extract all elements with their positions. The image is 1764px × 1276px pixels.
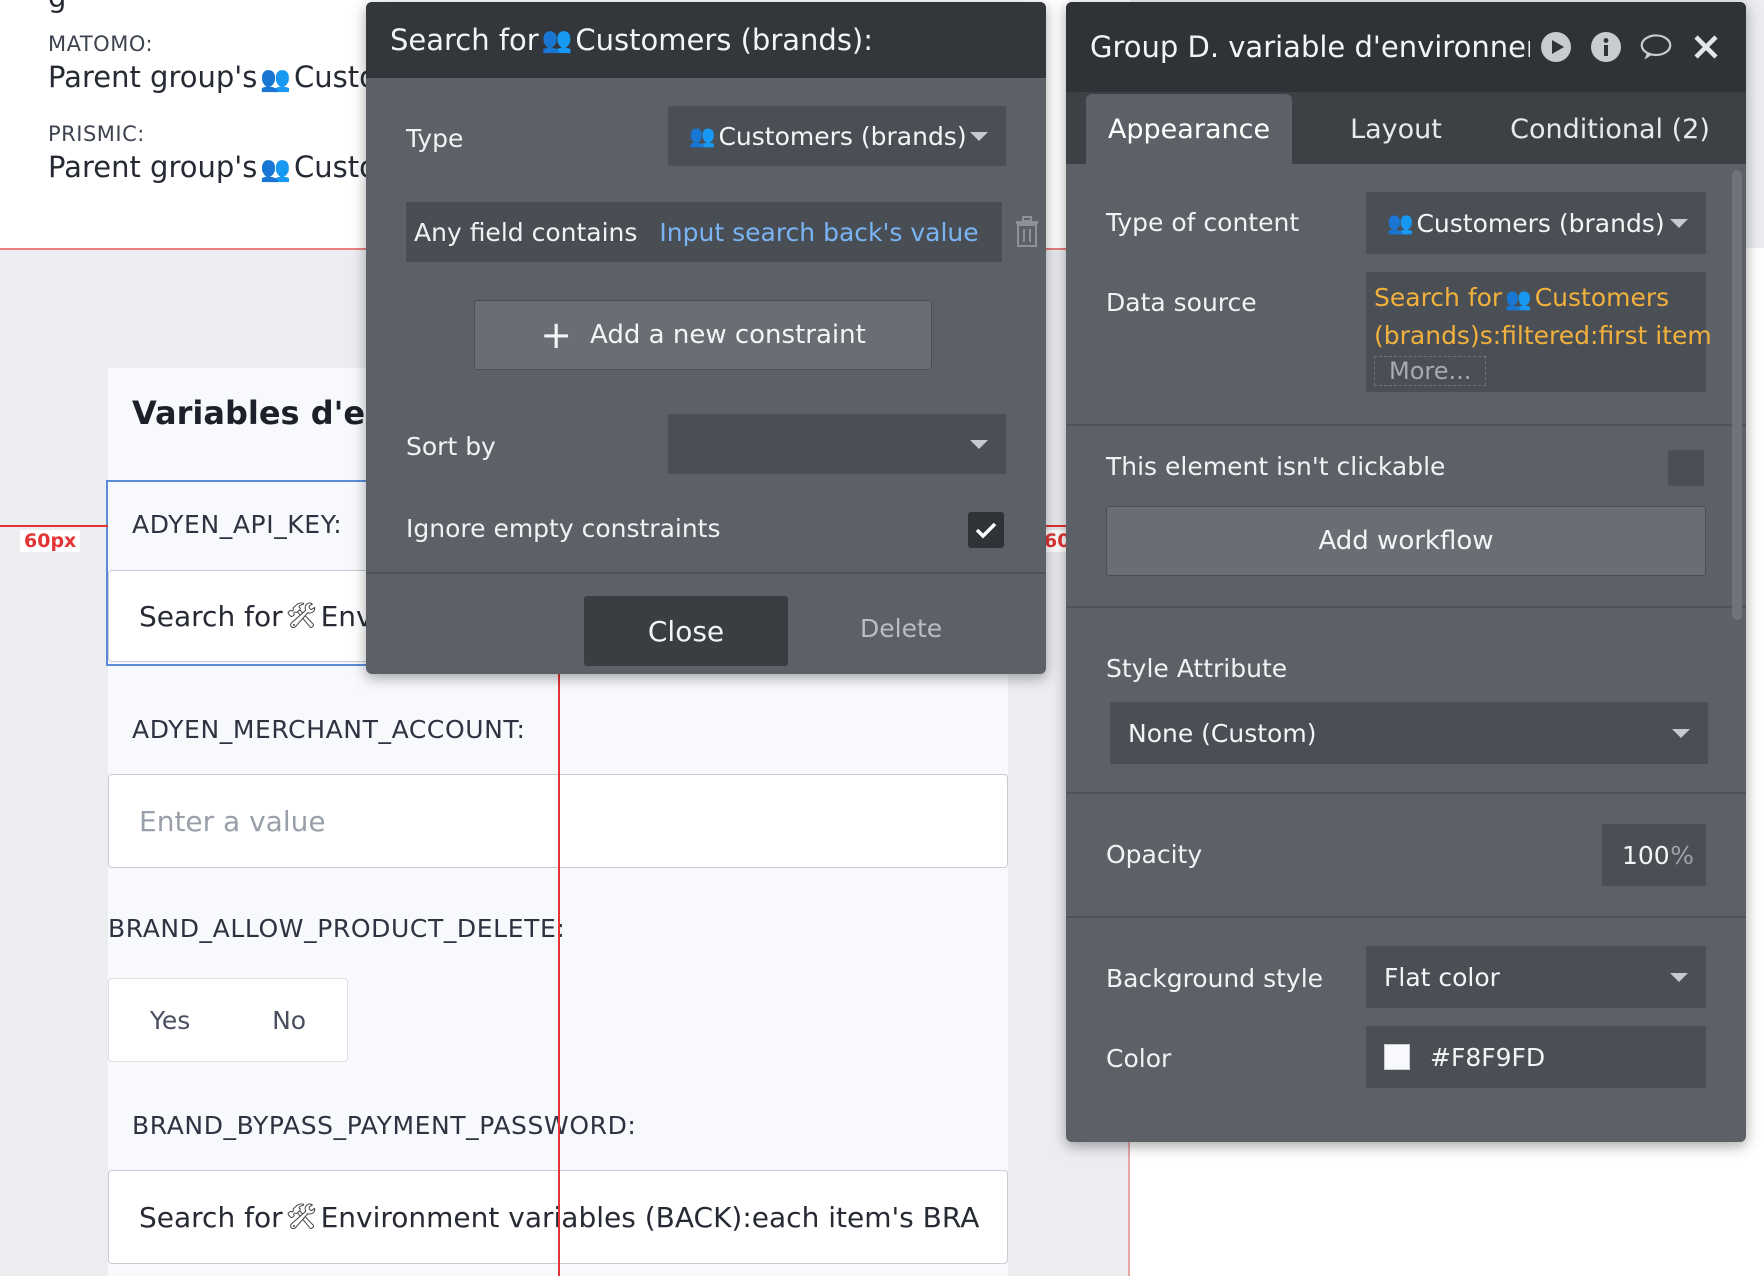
style-attribute-label: Style Attribute [1106,654,1288,683]
type-of-content-label: Type of content [1106,208,1300,237]
info-icon[interactable] [1590,31,1622,63]
divider [1066,792,1746,794]
close-button[interactable]: Close [584,596,788,666]
constraint-value[interactable]: Input search back's value [659,218,978,247]
property-editor-header: Group D. variable d'environneme [1066,2,1746,92]
constraint-row[interactable]: Any field contains Input search back's v… [406,202,1002,262]
matomo-label: MATOMO: [48,32,154,56]
style-attribute-dropdown[interactable]: None (Custom) [1110,702,1708,764]
data-source-field[interactable]: Search for 👥 Customers (brands)s:filtered:… [1366,272,1712,392]
not-clickable-checkbox[interactable] [1668,450,1704,486]
add-workflow-button[interactable]: Add workflow [1106,506,1706,576]
ignore-empty-checkbox[interactable] [968,512,1004,548]
opacity-label: Opacity [1106,840,1203,869]
scrollbar[interactable] [1732,170,1742,620]
search-popup[interactable]: Search for 👥 Customers (brands): Type 👥 Cu… [366,2,1046,674]
tab-conditional[interactable]: Conditional (2) [1490,94,1730,164]
divider [1066,424,1746,426]
chevron-down-icon [970,131,988,141]
sort-by-dropdown[interactable] [668,414,1006,474]
people-icon: 👥 [1505,287,1532,312]
popup-divider [366,572,1046,574]
chevron-down-icon [970,439,988,449]
chevron-down-icon [1672,728,1690,738]
color-swatch [1384,1044,1410,1070]
type-dropdown-value: Customers (brands) [718,121,967,151]
people-icon: 👥 [689,123,716,149]
chevron-down-icon [1670,972,1688,982]
tools-icon: 🛠 [285,1202,318,1231]
ignore-empty-label: Ignore empty constraints [406,514,721,543]
adyen-api-key-input[interactable]: Search for 🛠 Env [108,570,408,662]
spacing-guide-right [1046,525,1066,527]
tab-layout[interactable]: Layout [1306,94,1486,164]
delete-button[interactable]: Delete [860,614,942,643]
background-style-label: Background style [1106,964,1324,993]
data-source-line1[interactable]: Search for 👥 Customers [1374,280,1698,318]
data-source-label: Data source [1106,288,1257,317]
sort-by-label: Sort by [406,432,496,461]
top-card-fragment: g [48,0,66,14]
constraint-field[interactable]: Any field contains [414,218,637,247]
play-icon[interactable] [1540,31,1572,63]
people-icon: 👥 [541,25,573,54]
type-of-content-dropdown[interactable]: 👥 Customers (brands) [1366,192,1706,254]
divider [1066,916,1746,918]
field-label-adyen-merchant-account: ADYEN_MERCHANT_ACCOUNT: [132,715,526,744]
field-label-brand-allow-product-delete: BRAND_ALLOW_PRODUCT_DELETE: [108,914,566,943]
spacing-tag-left: 60px [20,530,81,552]
property-editor[interactable]: Group D. variable d'environneme Appearan… [1066,2,1746,1142]
comment-icon[interactable] [1640,31,1672,63]
close-icon[interactable] [1690,31,1722,63]
add-constraint-button[interactable]: + Add a new constraint [474,300,932,370]
matomo-value: Parent group's 👥 Custo [48,60,377,94]
search-popup-title: Search for 👥 Customers (brands): [366,2,1046,78]
prismic-label: PRISMIC: [48,122,145,146]
property-editor-title: Group D. variable d'environneme [1090,30,1530,64]
more-button[interactable]: More... [1374,356,1487,386]
chevron-down-icon [1670,218,1688,228]
people-icon: 👥 [260,154,292,183]
color-label: Color [1106,1044,1172,1073]
yes-no-toggle[interactable]: Yes No [108,978,348,1062]
type-label: Type [406,124,464,153]
tools-icon: 🛠 [285,601,318,630]
background-style-dropdown[interactable]: Flat color [1366,946,1706,1008]
opacity-input[interactable]: 100 % [1602,824,1706,886]
field-label-adyen-api-key: ADYEN_API_KEY: [132,510,343,539]
alignment-guide-vertical [558,660,560,1276]
prismic-value: Parent group's 👥 Custo [48,150,377,184]
yes-option[interactable]: Yes [150,1006,190,1035]
people-icon: 👥 [260,64,292,93]
checkmark-icon [975,522,997,539]
people-icon: 👥 [1387,210,1414,236]
divider [1066,606,1746,608]
plus-icon: + [540,313,573,357]
field-label-brand-bypass-payment-password: BRAND_BYPASS_PAYMENT_PASSWORD: [132,1111,637,1140]
data-source-line2[interactable]: (brands)s:filtered:first item [1374,318,1712,354]
merchant-placeholder: Enter a value [139,804,326,838]
spacing-guide-left [0,525,108,527]
no-option[interactable]: No [272,1006,306,1035]
tab-appearance[interactable]: Appearance [1086,94,1292,164]
type-dropdown[interactable]: 👥 Customers (brands) [668,106,1006,166]
not-clickable-label: This element isn't clickable [1106,452,1446,481]
color-picker[interactable]: #F8F9FD [1366,1026,1706,1088]
trash-icon[interactable] [1014,216,1040,252]
